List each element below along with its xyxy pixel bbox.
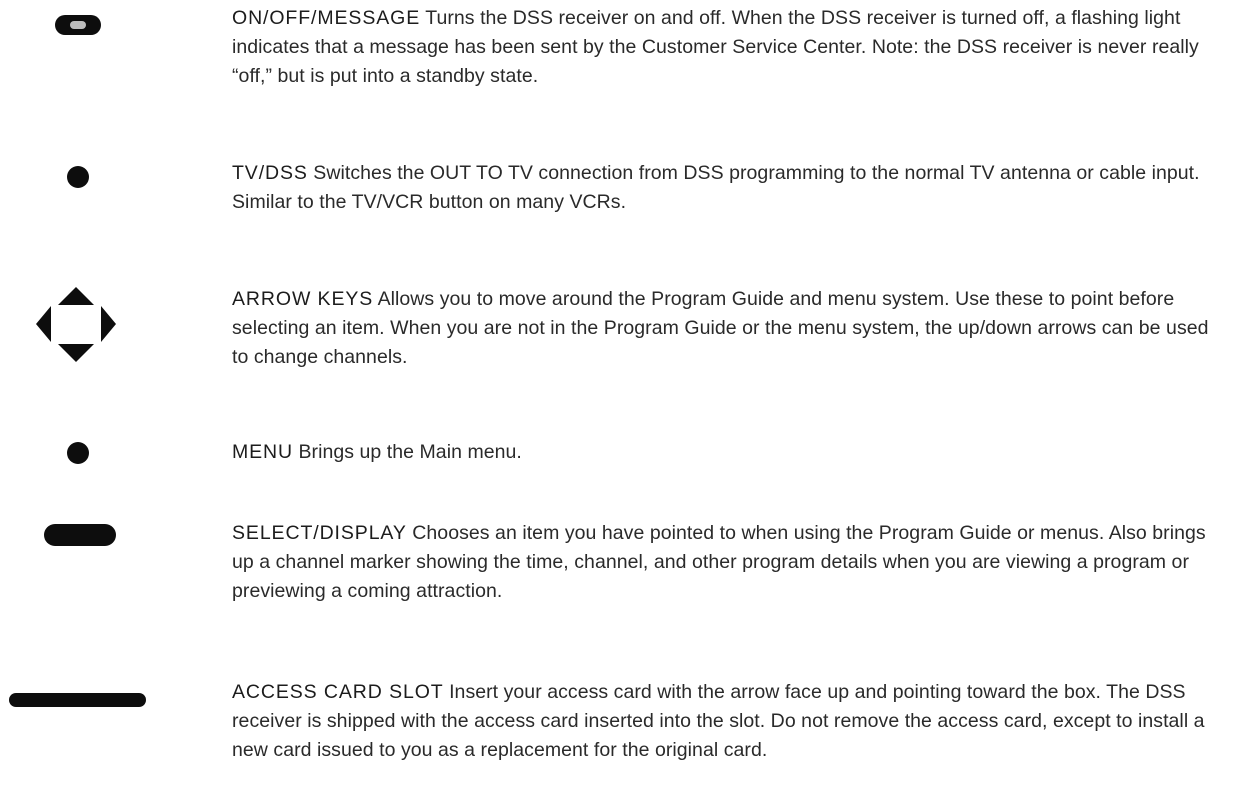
entry-description: SELECT/DISPLAY Chooses an item you have …: [232, 519, 1222, 606]
entry-term: ON/OFF/MESSAGE: [232, 7, 421, 29]
arrow-down-icon: [58, 344, 94, 362]
entry-description: TV/DSS Switches the OUT TO TV connection…: [232, 159, 1222, 217]
entry-text: Switches the OUT TO TV connection from D…: [232, 162, 1200, 213]
arrow-up-icon: [58, 287, 94, 305]
arrow-right-icon: [101, 306, 116, 342]
arrow-left-icon: [36, 306, 51, 342]
entry-description: ON/OFF/MESSAGE Turns the DSS receiver on…: [232, 4, 1222, 91]
entry-description: ARROW KEYS Allows you to move around the…: [232, 285, 1222, 372]
entry-text: Brings up the Main menu.: [293, 441, 522, 463]
entry-term: MENU: [232, 441, 294, 463]
entry-description: MENU Brings up the Main menu.: [232, 438, 1222, 467]
entry-text: Allows you to move around the Program Gu…: [232, 288, 1209, 368]
entry-description: ACCESS CARD SLOT Insert your access card…: [232, 678, 1222, 765]
entry-term: ARROW KEYS: [232, 288, 374, 310]
entry-term: SELECT/DISPLAY: [232, 522, 407, 544]
entry-term: TV/DSS: [232, 162, 308, 184]
entry-term: ACCESS CARD SLOT: [232, 681, 444, 703]
